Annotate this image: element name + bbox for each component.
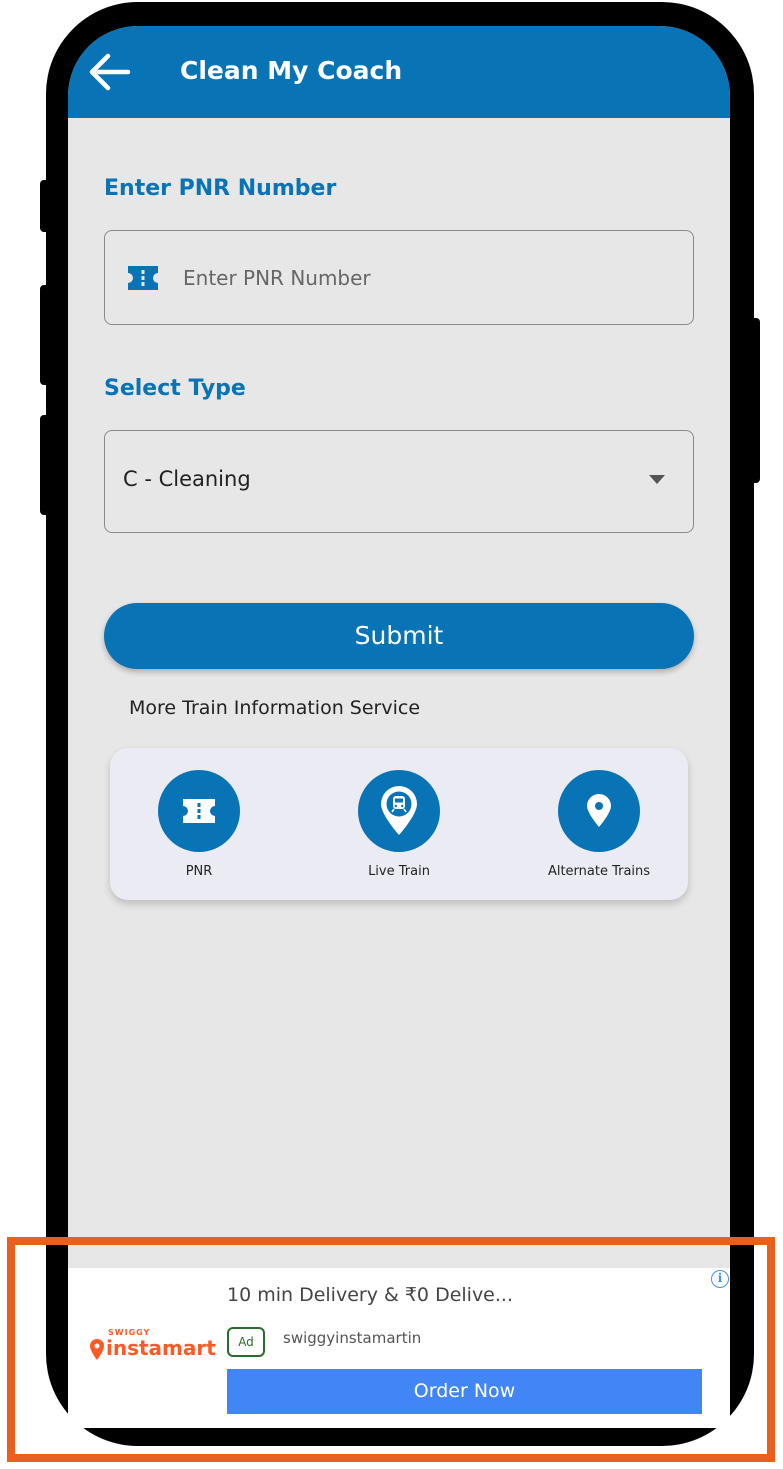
type-select-value: C - Cleaning — [123, 467, 251, 491]
submit-button[interactable]: Submit — [104, 603, 694, 669]
pnr-input[interactable] — [183, 261, 673, 295]
ad-highlight-box — [7, 1237, 775, 1462]
services-card: PNR Live Train Alternate Trains — [110, 748, 688, 900]
pnr-label: Enter PNR Number — [104, 176, 337, 201]
app-screen: Clean My Coach Enter PNR Number Select T… — [68, 26, 730, 1426]
service-alternate-trains[interactable]: Alternate Trains — [524, 770, 674, 879]
train-location-icon — [358, 770, 440, 852]
service-label: Live Train — [368, 864, 430, 879]
arrow-left-icon[interactable] — [88, 52, 132, 92]
ticket-icon — [125, 263, 161, 297]
app-bar: Clean My Coach — [68, 26, 730, 118]
service-live-train[interactable]: Live Train — [324, 770, 474, 879]
service-label: Alternate Trains — [547, 864, 651, 879]
more-services-label: More Train Information Service — [129, 697, 421, 719]
type-select[interactable]: C - Cleaning — [104, 430, 694, 533]
service-label: PNR — [185, 864, 213, 879]
ticket-icon — [158, 770, 240, 852]
service-pnr[interactable]: PNR — [124, 770, 274, 879]
type-label: Select Type — [104, 376, 246, 401]
page-title: Clean My Coach — [180, 56, 403, 85]
pnr-field[interactable] — [104, 230, 694, 325]
location-pin-icon — [558, 770, 640, 852]
caret-down-icon — [649, 475, 665, 484]
